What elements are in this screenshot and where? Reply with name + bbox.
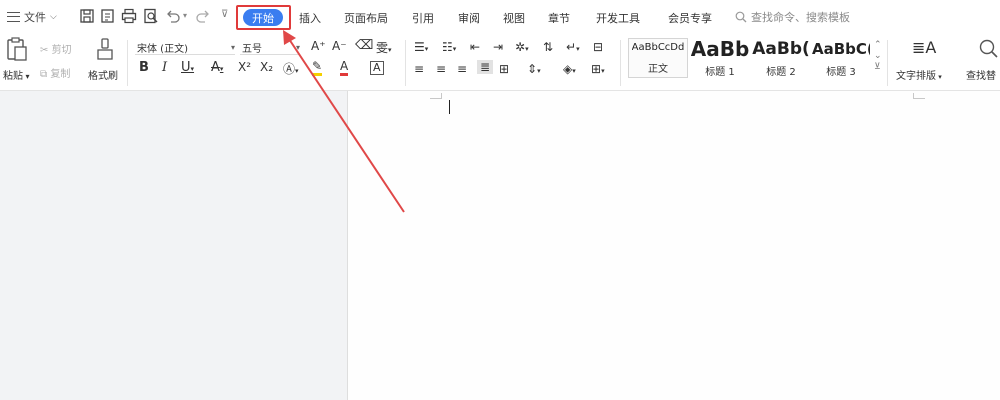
highlight-icon[interactable]: ✎	[312, 60, 323, 76]
align-right-icon[interactable]: ≡	[457, 62, 467, 76]
ribbon-divider	[887, 40, 888, 86]
font-size-select[interactable]: 五号 ▾	[240, 40, 300, 55]
copy-icon: ⧉	[40, 69, 51, 80]
align-center-icon[interactable]: ≡	[436, 62, 446, 76]
paste-icon[interactable]	[6, 36, 28, 62]
tab-member[interactable]: 会员专享	[668, 10, 712, 26]
shrink-font-icon[interactable]: A⁻	[332, 39, 347, 53]
font-size-value: 五号	[242, 43, 262, 55]
style-heading-1[interactable]: AaBb 标题 1	[690, 38, 750, 78]
ribbon-divider	[620, 40, 621, 86]
style-heading-3-sample: AaBbC(	[812, 40, 870, 58]
increase-indent-icon[interactable]: ⇥	[493, 40, 503, 54]
redo-icon[interactable]	[195, 8, 211, 24]
paste-button[interactable]: 粘贴 ▾	[3, 67, 30, 82]
show-marks-icon[interactable]: ↵▾	[566, 40, 580, 54]
italic-icon[interactable]: I	[162, 60, 167, 75]
undo-dropdown-icon[interactable]: ▾	[183, 11, 187, 20]
shading-icon[interactable]: ◈▾	[563, 62, 576, 76]
grow-font-icon[interactable]: A⁺	[311, 39, 326, 53]
customize-toolbar-icon[interactable]: ⊽	[221, 9, 228, 20]
style-heading-3[interactable]: AaBbC( 标题 3	[812, 38, 870, 78]
cut-label: 剪切	[51, 45, 72, 56]
file-menu-label: 文件	[24, 11, 46, 24]
tab-chapter[interactable]: 章节	[548, 10, 570, 26]
superscript-icon[interactable]: X²	[238, 60, 251, 74]
menu-bar: 文件 ⌵ ▾ ⊽ 开始 插入 页面布局 引用 审阅 视图 章节 开发工具 会员专…	[0, 0, 1000, 34]
copy-label: 复制	[50, 69, 71, 80]
numbered-list-icon[interactable]: ☷▾	[442, 40, 456, 54]
find-replace-button[interactable]: 查找替	[966, 67, 996, 82]
tab-insert[interactable]: 插入	[299, 10, 321, 26]
font-color-icon[interactable]: A	[340, 60, 349, 76]
tab-page-layout[interactable]: 页面布局	[344, 10, 388, 26]
tab-review[interactable]: 审阅	[458, 10, 480, 26]
chevron-down-icon: ▾	[295, 42, 300, 52]
table-tools-icon[interactable]: ⊟	[593, 40, 603, 54]
distributed-icon[interactable]: ⊞	[499, 62, 509, 76]
underline-icon[interactable]: U▾	[181, 60, 194, 75]
tab-view[interactable]: 视图	[503, 10, 525, 26]
command-search[interactable]: 查找命令、搜索模板	[735, 9, 850, 25]
style-heading-2[interactable]: AaBb( 标题 2	[750, 38, 812, 78]
tab-home[interactable]: 开始	[243, 9, 283, 26]
clear-format-icon[interactable]: ⌫	[355, 38, 373, 53]
undo-icon[interactable]	[165, 8, 181, 24]
margin-corner-mark	[430, 93, 442, 99]
tab-developer[interactable]: 开发工具	[596, 10, 640, 26]
copy-button[interactable]: ⧉ 复制	[40, 65, 70, 80]
text-cursor	[449, 100, 450, 114]
text-layout-label: 文字排版	[896, 71, 936, 82]
bold-icon[interactable]: B	[139, 60, 149, 75]
tab-references[interactable]: 引用	[412, 10, 434, 26]
save-icon[interactable]	[79, 8, 95, 24]
style-normal[interactable]: AaBbCcDd 正文	[628, 38, 688, 78]
export-pdf-icon[interactable]	[100, 8, 116, 24]
cut-button[interactable]: ✂ 剪切	[40, 41, 72, 56]
phonetic-guide-icon[interactable]: 雯▾	[376, 39, 392, 56]
format-painter-icon[interactable]	[95, 37, 115, 61]
ribbon-divider	[405, 40, 406, 86]
text-layout-icon: ≣A	[912, 38, 937, 57]
ribbon-divider	[127, 40, 128, 86]
style-normal-label: 正文	[648, 64, 668, 75]
hamburger-icon	[7, 12, 20, 22]
format-painter-button[interactable]: 格式刷	[88, 67, 118, 82]
margin-corner-mark	[913, 93, 925, 99]
borders-icon[interactable]: ⊞▾	[591, 62, 605, 76]
font-name-value: 宋体 (正文)	[137, 43, 188, 55]
find-icon[interactable]	[978, 38, 998, 58]
text-effect-icon[interactable]: Ⓐ▾	[283, 60, 299, 77]
character-border-icon[interactable]: A	[370, 61, 384, 75]
strikethrough-icon[interactable]: A▾	[211, 60, 223, 75]
style-heading-3-label: 标题 3	[826, 67, 856, 78]
align-left-icon[interactable]: ≡	[414, 62, 424, 76]
navigation-pane	[0, 91, 347, 400]
bullet-list-icon[interactable]: ☰▾	[414, 40, 428, 54]
styles-scroll-icon[interactable]: ⌃ ⌄ ⊻	[874, 40, 882, 73]
subscript-icon[interactable]: X₂	[260, 60, 273, 74]
font-name-select[interactable]: 宋体 (正文) ▾	[135, 40, 235, 55]
line-spacing-icon[interactable]: ⇕▾	[527, 62, 541, 76]
paste-label: 粘贴	[3, 71, 23, 82]
file-menu[interactable]: 文件 ⌵	[7, 9, 57, 25]
scissors-icon: ✂	[40, 45, 52, 56]
search-icon	[735, 11, 747, 23]
decrease-indent-icon[interactable]: ⇤	[470, 40, 480, 54]
command-search-placeholder: 查找命令、搜索模板	[751, 11, 850, 24]
sort-icon[interactable]: ⇅	[543, 40, 553, 54]
style-heading-2-sample: AaBb(	[752, 39, 810, 59]
style-normal-sample: AaBbCcDd	[631, 42, 685, 53]
print-icon[interactable]	[121, 8, 137, 24]
style-heading-1-label: 标题 1	[705, 67, 735, 78]
justify-icon[interactable]: ≣	[477, 60, 494, 74]
style-heading-2-label: 标题 2	[766, 67, 796, 78]
document-page[interactable]	[347, 91, 1000, 400]
chinese-layout-icon[interactable]: ✲▾	[515, 40, 529, 54]
print-preview-icon[interactable]	[143, 8, 159, 24]
chevron-down-icon: ▾	[230, 42, 235, 52]
chevron-down-icon: ⌵	[50, 12, 57, 22]
style-heading-1-sample: AaBb	[690, 38, 750, 60]
text-layout-button[interactable]: 文字排版 ▾	[896, 67, 942, 82]
